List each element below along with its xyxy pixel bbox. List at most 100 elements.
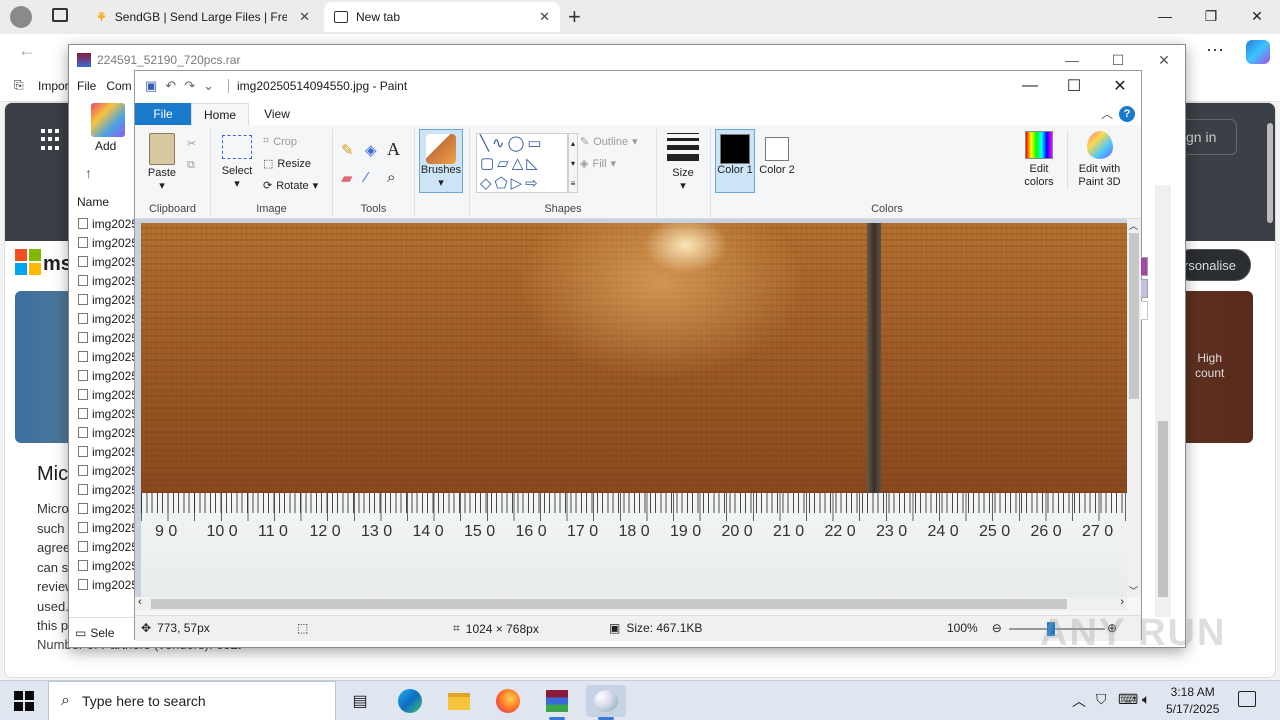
- edge-icon[interactable]: [390, 685, 430, 717]
- paste-button[interactable]: Paste ▾: [145, 133, 179, 192]
- scroll-right-icon[interactable]: ›: [1120, 596, 1124, 608]
- color-picker-icon[interactable]: ⁄: [365, 169, 368, 186]
- edit-colors-button[interactable]: Edit colors: [1019, 131, 1059, 189]
- tab-view[interactable]: View: [249, 103, 305, 125]
- scroll-up-icon[interactable]: ︿: [1129, 219, 1138, 232]
- file-row[interactable]: img2025: [78, 347, 138, 366]
- close-tab-icon[interactable]: ✕: [539, 9, 550, 25]
- rotate-button[interactable]: ⟳ Rotate ▾: [263, 179, 318, 193]
- winrar-close-button[interactable]: ✕: [1141, 45, 1187, 75]
- cut-icon[interactable]: ✂: [187, 137, 196, 150]
- select-button[interactable]: Select ▾: [219, 135, 255, 190]
- outline-button[interactable]: ✎ Outline ▾: [580, 135, 638, 149]
- file-row[interactable]: img2025: [78, 556, 138, 575]
- scroll-thumb[interactable]: [1129, 233, 1139, 399]
- scroll-thumb[interactable]: [151, 599, 1067, 609]
- redo-icon[interactable]: ↷: [184, 78, 195, 94]
- network-icon[interactable]: ⌨: [1118, 691, 1138, 708]
- tab-sendgb[interactable]: ⚘ SendGB | Send Large Files | Free f ✕: [86, 2, 320, 32]
- size-button[interactable]: Size ▾: [663, 133, 703, 192]
- taskbar-clock[interactable]: 3:18 AM 5/17/2025: [1166, 684, 1219, 718]
- page-scrollbar[interactable]: [1267, 123, 1273, 223]
- scroll-left-icon[interactable]: ‹: [138, 596, 142, 608]
- tab-home[interactable]: Home: [191, 103, 249, 125]
- file-row[interactable]: img2025: [78, 404, 138, 423]
- file-explorer-icon[interactable]: [439, 685, 479, 717]
- tab-new-tab[interactable]: New tab ✕: [324, 2, 560, 32]
- up-folder-icon[interactable]: ↑: [85, 165, 92, 181]
- winrar-menu-commands[interactable]: Com: [106, 79, 131, 93]
- canvas-vertical-scrollbar[interactable]: ︿ ﹀: [1127, 219, 1141, 597]
- back-icon[interactable]: ←: [18, 40, 36, 61]
- fill-button[interactable]: ◈ Fill ▾: [580, 157, 616, 171]
- close-tab-icon[interactable]: ✕: [299, 9, 310, 25]
- file-row[interactable]: img2025: [78, 423, 138, 442]
- undo-icon[interactable]: ↶: [165, 78, 176, 94]
- eraser-icon[interactable]: ▰: [341, 169, 353, 187]
- start-button[interactable]: [14, 691, 34, 711]
- file-row[interactable]: img2025: [78, 271, 138, 290]
- copy-icon[interactable]: ⧉: [187, 159, 195, 172]
- winrar-taskbar-icon[interactable]: [537, 685, 577, 720]
- file-row[interactable]: img2025: [78, 309, 138, 328]
- tab-file[interactable]: File: [135, 103, 191, 125]
- tab-actions-icon[interactable]: [52, 8, 68, 22]
- firefox-icon[interactable]: [488, 685, 528, 717]
- volume-icon[interactable]: 🔈︎: [1142, 691, 1150, 708]
- save-icon[interactable]: ▣: [145, 78, 157, 94]
- shapes-gallery[interactable]: ╲∿◯▭ ▢▱△◺ ◇⬠▷⇨: [476, 133, 568, 193]
- file-row[interactable]: img2025: [78, 385, 138, 404]
- winrar-menu-file[interactable]: File: [77, 79, 96, 93]
- file-row[interactable]: img2025: [78, 290, 138, 309]
- new-tab-button[interactable]: +: [568, 4, 581, 30]
- fill-bucket-icon[interactable]: ◈: [365, 141, 377, 159]
- file-row[interactable]: img2025: [78, 461, 138, 480]
- paint-maximize-button[interactable]: ☐: [1051, 71, 1097, 101]
- profile-avatar[interactable]: [10, 6, 32, 28]
- favorites-import-link[interactable]: Impor: [38, 79, 69, 93]
- file-row[interactable]: img2025: [78, 537, 138, 556]
- taskbar-search-box[interactable]: ⌕ Type here to search: [48, 681, 336, 720]
- browser-close-button[interactable]: ✕: [1234, 0, 1280, 32]
- task-view-icon[interactable]: ▤: [340, 685, 380, 717]
- show-hidden-icons[interactable]: ︿: [1072, 691, 1086, 711]
- winrar-add-icon[interactable]: [91, 103, 125, 137]
- copilot-icon[interactable]: [1246, 40, 1270, 64]
- canvas-horizontal-scrollbar[interactable]: ‹ ›: [135, 596, 1127, 611]
- magnifier-icon[interactable]: ⌕: [387, 169, 395, 186]
- file-row[interactable]: img2025: [78, 499, 138, 518]
- file-row[interactable]: img2025: [78, 442, 138, 461]
- security-icon[interactable]: ⛉: [1096, 691, 1107, 708]
- brushes-button[interactable]: Brushes ▾: [419, 129, 463, 193]
- column-header-name[interactable]: Name: [77, 195, 109, 209]
- scroll-down-icon[interactable]: ﹀: [1129, 584, 1138, 597]
- personalise-button[interactable]: rsonalise: [1175, 249, 1251, 281]
- pencil-icon[interactable]: ✎: [341, 141, 354, 159]
- file-row[interactable]: img2025: [78, 328, 138, 347]
- image-canvas[interactable]: 9 0 10 0 11 0 12 0 13 0 14 0 15 0 16 0 17 0 18 0 1…: [141, 223, 1127, 597]
- more-menu-icon[interactable]: ⋯: [1206, 40, 1224, 61]
- file-row[interactable]: img2025: [78, 366, 138, 385]
- file-row[interactable]: img2025: [78, 214, 138, 233]
- text-tool-icon[interactable]: A: [387, 139, 400, 160]
- file-row[interactable]: img2025: [78, 518, 138, 537]
- shapes-gallery-scroll[interactable]: ▴ ▾ ≡: [568, 133, 578, 193]
- winrar-scrollbar[interactable]: [1155, 185, 1171, 617]
- file-row[interactable]: img2025: [78, 233, 138, 252]
- crop-button[interactable]: ⌗ Crop: [263, 135, 297, 148]
- customize-qat-icon[interactable]: ⌄: [203, 78, 214, 94]
- help-icon[interactable]: ?: [1119, 106, 1135, 122]
- notifications-icon[interactable]: [1238, 691, 1256, 707]
- paint-close-button[interactable]: ✕: [1097, 71, 1143, 101]
- file-row[interactable]: img2025: [78, 575, 138, 594]
- apps-grid-icon[interactable]: [41, 129, 63, 151]
- collapse-ribbon-icon[interactable]: ︿: [1101, 105, 1113, 122]
- paint-taskbar-icon[interactable]: [586, 685, 626, 720]
- winrar-add-label[interactable]: Add: [95, 139, 116, 153]
- browser-minimize-button[interactable]: —: [1142, 0, 1188, 32]
- scroll-thumb[interactable]: [1158, 421, 1168, 597]
- file-row[interactable]: img2025: [78, 252, 138, 271]
- file-row[interactable]: img2025: [78, 480, 138, 499]
- browser-restore-button[interactable]: ❐: [1188, 0, 1234, 32]
- zoom-out-icon[interactable]: ⊖: [992, 621, 1002, 635]
